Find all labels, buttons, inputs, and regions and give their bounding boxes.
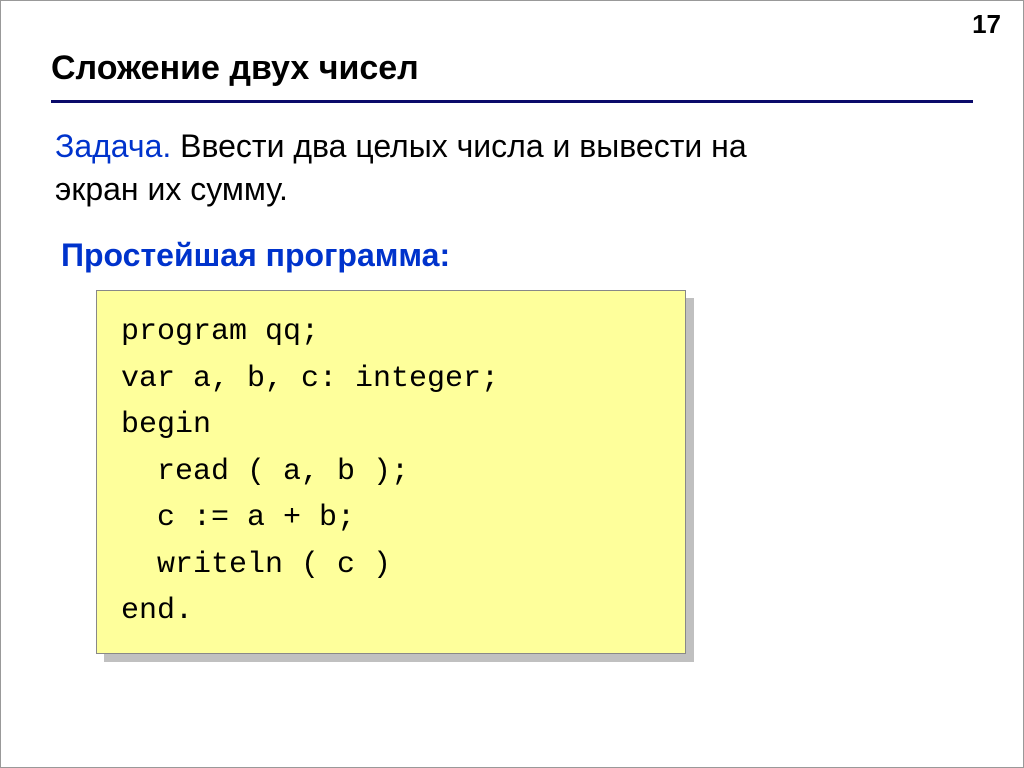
- code-line-4: read ( a, b );: [121, 455, 409, 489]
- task-description: Задача. Ввести два целых числа и вывести…: [51, 125, 973, 211]
- code-line-2: var a, b, c: integer;: [121, 362, 499, 396]
- code-line-1: program qq;: [121, 315, 319, 349]
- task-label: Задача.: [55, 128, 171, 164]
- code-subheading: Простейшая программа:: [51, 237, 973, 274]
- code-line-3: begin: [121, 408, 211, 442]
- slide-title: Сложение двух чисел: [51, 49, 973, 88]
- slide-content: Сложение двух чисел Задача. Ввести два ц…: [1, 1, 1023, 654]
- task-text-line1: Ввести два целых числа и вывести на: [171, 128, 746, 164]
- code-box: program qq; var a, b, c: integer; begin …: [96, 290, 686, 654]
- page-number: 17: [972, 9, 1001, 40]
- code-line-5: c := a + b;: [121, 501, 355, 535]
- task-text-line2: экран их сумму.: [55, 171, 288, 207]
- code-line-7: end.: [121, 594, 193, 628]
- code-line-6: writeln ( c ): [121, 548, 391, 582]
- code-block: program qq; var a, b, c: integer; begin …: [96, 290, 686, 654]
- title-divider: [51, 100, 973, 103]
